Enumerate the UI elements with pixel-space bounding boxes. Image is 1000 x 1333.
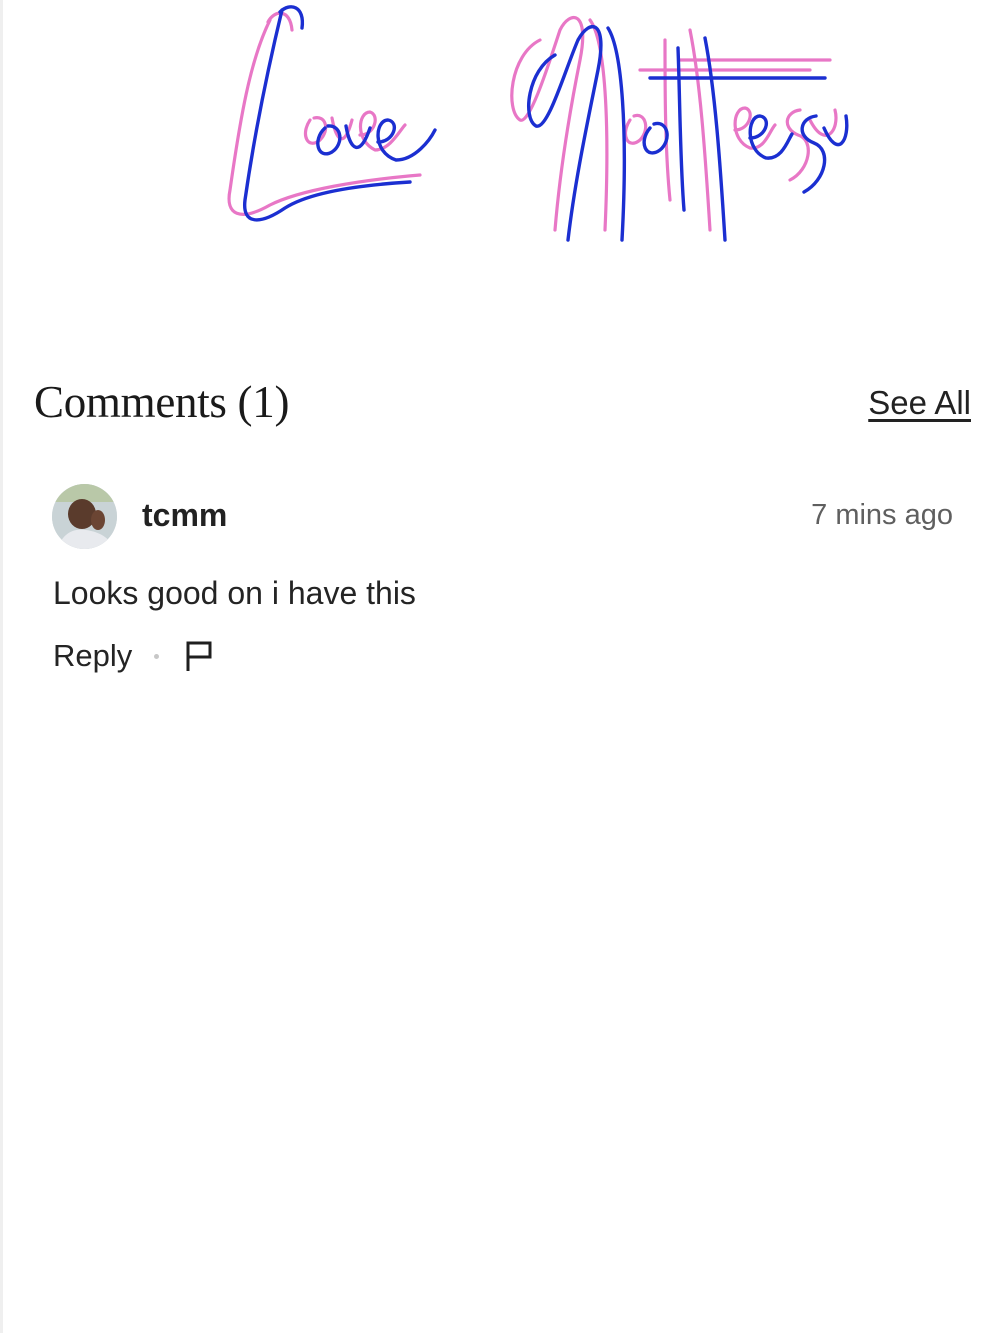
avatar[interactable] bbox=[52, 484, 117, 549]
comment-actions: Reply bbox=[53, 636, 215, 676]
comment-timestamp: 7 mins ago bbox=[811, 499, 953, 531]
separator-dot bbox=[154, 653, 160, 659]
comments-title: Comments (1) bbox=[34, 377, 290, 427]
love-notes-logo bbox=[210, 0, 850, 260]
see-all-link[interactable]: See All bbox=[868, 384, 971, 422]
comment-username[interactable]: tcmm bbox=[142, 497, 227, 534]
reply-button[interactable]: Reply bbox=[53, 638, 132, 674]
left-edge-divider bbox=[0, 0, 3, 1333]
comment-text: Looks good on i have this bbox=[53, 575, 416, 611]
flag-icon[interactable] bbox=[183, 639, 215, 673]
